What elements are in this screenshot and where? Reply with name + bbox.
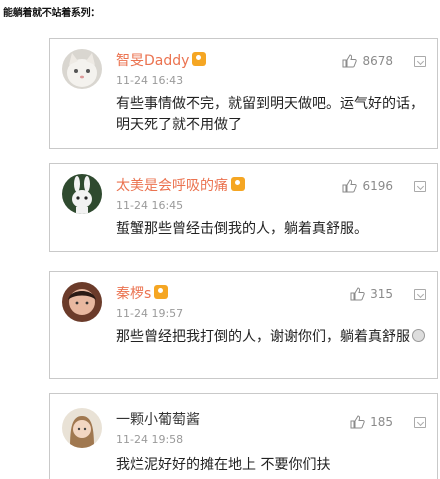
username-text[interactable]: 太美是会呼吸的痛: [116, 178, 228, 194]
timestamp: 11-24 19:58: [116, 433, 184, 446]
comment-text: 我烂泥好好的摊在地上 不要你们扶: [116, 457, 331, 473]
timestamp: 11-24 19:57: [116, 307, 184, 320]
timestamp: 11-24 16:45: [116, 199, 184, 212]
like-count: 315: [370, 287, 393, 301]
username-text[interactable]: 秦椤s: [116, 286, 151, 302]
comment-text: 有些事情做不完，就留到明天做吧。运气好的话，明天死了就不用做了: [116, 96, 424, 133]
comment-text: 蜇蟹那些曾经击倒我的人，躺着真舒服。: [116, 221, 368, 237]
caption: 能躺着就不站着系列：: [3, 8, 100, 19]
like-button[interactable]: 315: [350, 287, 393, 301]
comment-card: 智旻Daddy 11-24 16:43 8678 有些事情做不完，就留到明天做吧…: [49, 38, 438, 149]
thumbs-up-icon: [350, 415, 365, 429]
like-button[interactable]: 185: [350, 415, 393, 429]
thumbs-up-icon: [342, 54, 358, 68]
more-options-icon[interactable]: [414, 289, 426, 300]
cat-avatar[interactable]: [62, 49, 102, 89]
comment-card: 一颗小葡萄酱 11-24 19:58 185 我烂泥好好的摊在地上 不要你们扶: [49, 393, 438, 479]
more-options-icon[interactable]: [414, 181, 426, 192]
like-button[interactable]: 8678: [342, 54, 393, 68]
like-count: 185: [370, 415, 393, 429]
thumbs-up-icon: [350, 287, 365, 301]
emoji-icon: [412, 329, 425, 342]
rabbit-avatar[interactable]: [62, 174, 102, 214]
more-options-icon[interactable]: [414, 56, 426, 67]
person-avatar[interactable]: [62, 282, 102, 322]
thumbs-up-icon: [342, 179, 358, 193]
girl-avatar[interactable]: [62, 408, 102, 448]
username-text[interactable]: 一颗小葡萄酱: [116, 412, 200, 428]
comment-text-body: 那些曾经把我打倒的人，谢谢你们，躺着真舒服: [116, 329, 410, 345]
timestamp: 11-24 16:43: [116, 74, 184, 87]
vip-badge-icon: [192, 52, 207, 66]
username[interactable]: 秦椤s: [116, 283, 169, 303]
comment-card: 秦椤s 11-24 19:57 315 那些曾经把我打倒的人，谢谢你们，躺着真舒…: [49, 271, 438, 379]
comment-text: 那些曾经把我打倒的人，谢谢你们，躺着真舒服: [116, 327, 425, 348]
username[interactable]: 一颗小葡萄酱: [116, 409, 200, 429]
username-text[interactable]: 智旻Daddy: [116, 53, 189, 69]
comment-card: 太美是会呼吸的痛 11-24 16:45 6196 蜇蟹那些曾经击倒我的人，躺着…: [49, 163, 438, 252]
like-button[interactable]: 6196: [342, 179, 393, 193]
like-count: 8678: [362, 54, 393, 68]
username[interactable]: 智旻Daddy: [116, 50, 207, 70]
more-options-icon[interactable]: [414, 417, 426, 428]
vip-badge-icon: [154, 285, 169, 299]
vip-badge-icon: [231, 177, 245, 191]
like-count: 6196: [362, 179, 393, 193]
username[interactable]: 太美是会呼吸的痛: [116, 175, 245, 195]
